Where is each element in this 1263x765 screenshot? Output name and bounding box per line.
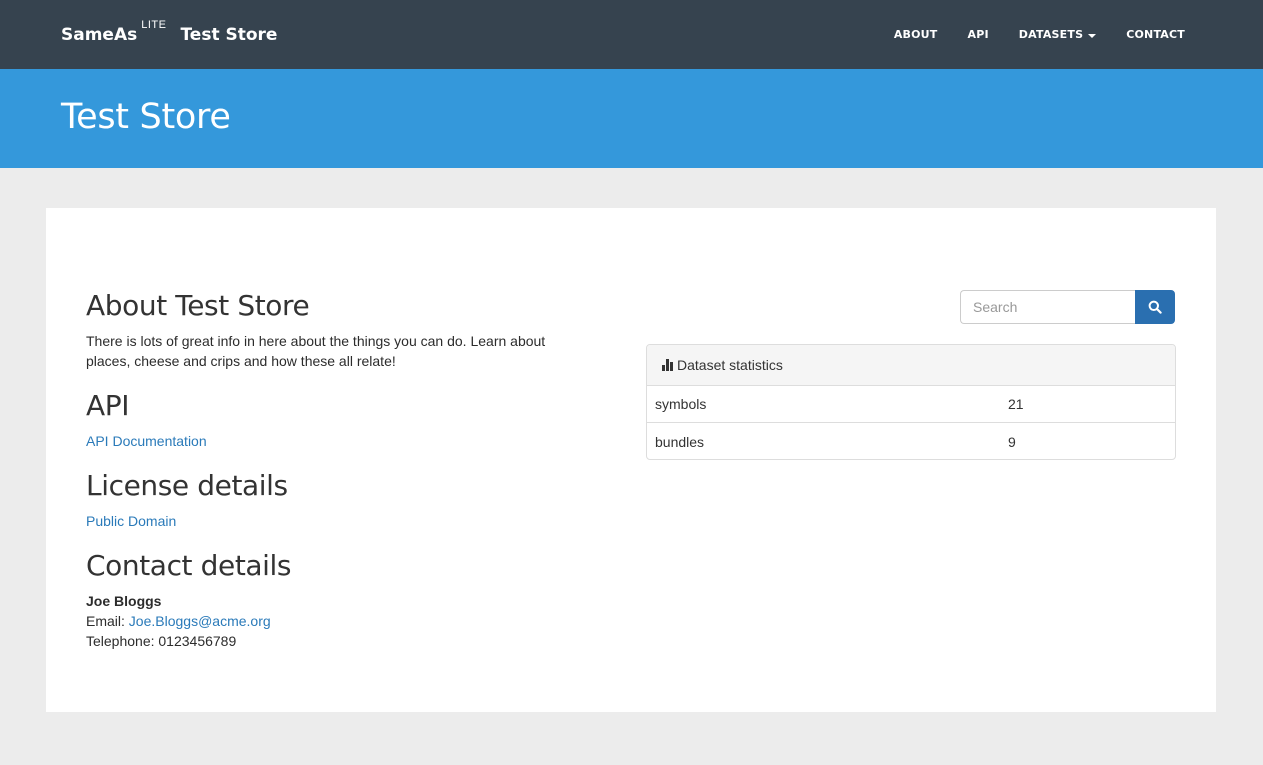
- email-label: Email:: [86, 613, 129, 629]
- license-heading: License details: [86, 469, 288, 502]
- contact-section: Contact details Joe Bloggs Email: Joe.Bl…: [86, 548, 586, 651]
- contact-heading: Contact details: [86, 549, 292, 582]
- table-row: symbols 21: [647, 386, 1175, 423]
- caret-down-icon: [1088, 33, 1097, 38]
- nav-about-label: ABOUT: [893, 28, 938, 41]
- panel-title: Dataset statistics: [677, 357, 783, 373]
- search-form: [960, 290, 1175, 324]
- api-section: API API Documentation: [86, 388, 586, 451]
- license-section: License details Public Domain: [86, 468, 586, 531]
- nav-api[interactable]: API: [968, 28, 989, 41]
- about-text: There is lots of great info in here abou…: [86, 333, 546, 369]
- brand-sup: LITE: [141, 18, 167, 31]
- nav-datasets-dropdown[interactable]: DATASETS: [1018, 28, 1097, 41]
- page-title: Test Store: [61, 97, 231, 137]
- about-heading: About Test Store: [86, 289, 310, 322]
- api-documentation-link[interactable]: API Documentation: [86, 431, 586, 451]
- brand-name: SameAs: [61, 24, 138, 45]
- nav-about[interactable]: ABOUT: [894, 28, 938, 41]
- stat-value: 9: [1008, 433, 1016, 450]
- contact-name: Joe Bloggs: [86, 593, 162, 609]
- search-button[interactable]: [1135, 290, 1175, 324]
- license-link[interactable]: Public Domain: [86, 511, 586, 531]
- main-card: About Test Store There is lots of great …: [46, 208, 1216, 712]
- bar-chart-icon: [662, 359, 674, 371]
- brand-link[interactable]: SameAs LITE Test Store: [61, 0, 277, 69]
- table-row: bundles 9: [647, 423, 1175, 459]
- brand-store-name: Test Store: [180, 24, 278, 45]
- email-link[interactable]: Joe.Bloggs@acme.org: [129, 613, 271, 629]
- search-icon: [1148, 300, 1162, 314]
- stat-value: 21: [1008, 396, 1024, 412]
- nav-contact-label: CONTACT: [1126, 28, 1185, 41]
- panel-heading: Dataset statistics: [647, 345, 1175, 386]
- stat-key: bundles: [655, 433, 705, 450]
- nav-menu: ABOUT API DATASETS CONTACT: [864, 0, 1185, 69]
- stat-key: symbols: [655, 396, 707, 412]
- top-navbar: SameAs LITE Test Store ABOUT API DATASET…: [0, 0, 1263, 69]
- api-heading: API: [86, 389, 130, 422]
- nav-datasets-label: DATASETS: [1018, 28, 1084, 41]
- nav-api-label: API: [967, 28, 989, 41]
- page-header: Test Store: [0, 69, 1263, 168]
- search-input[interactable]: [960, 290, 1135, 324]
- dataset-statistics-panel: Dataset statistics symbols 21 bundles 9: [646, 344, 1176, 460]
- nav-contact[interactable]: CONTACT: [1126, 28, 1185, 41]
- info-column: About Test Store There is lots of great …: [86, 288, 586, 651]
- contact-email-line: Email: Joe.Bloggs@acme.org: [86, 611, 586, 631]
- contact-telephone: Telephone: 0123456789: [86, 633, 237, 649]
